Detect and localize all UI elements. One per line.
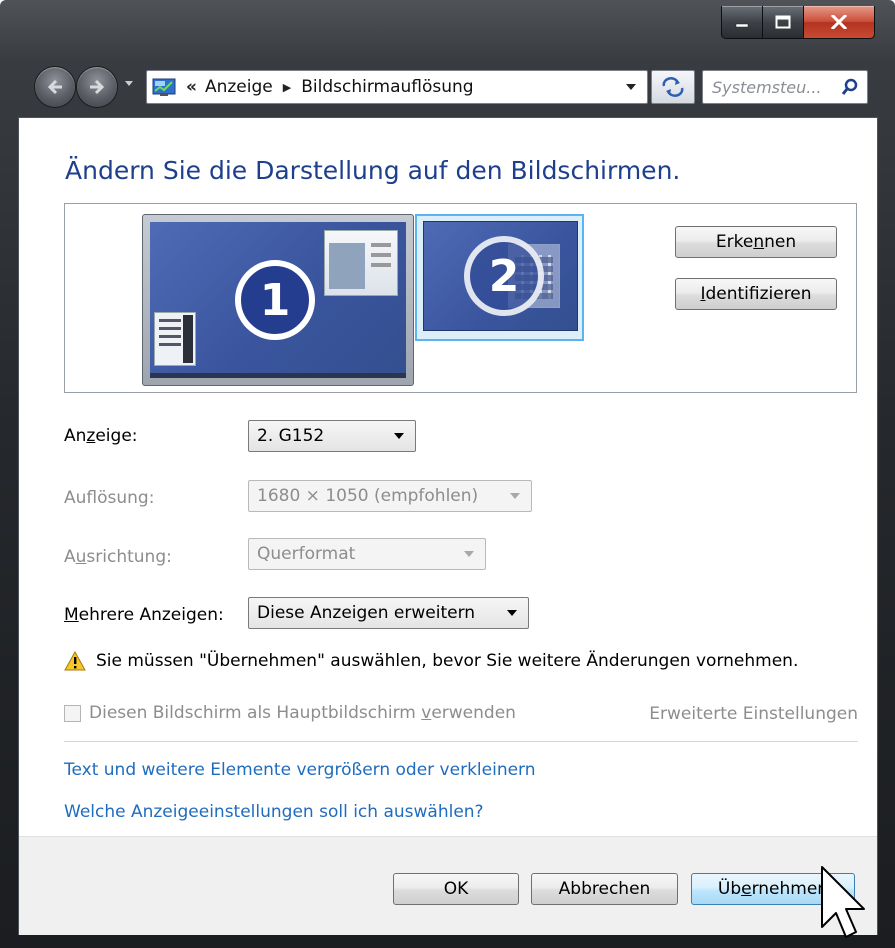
mouse-cursor-icon	[821, 866, 865, 938]
resolution-select-value: 1680 × 1050 (empfohlen)	[257, 486, 479, 506]
apply-label-mnemonic: e	[741, 879, 752, 899]
resize-text-link[interactable]: Text und weitere Elemente vergrößern ode…	[64, 760, 536, 780]
primary-checkbox-label-mnemonic: v	[421, 703, 432, 723]
minimize-icon	[735, 23, 749, 28]
monitor-preview-area[interactable]: 1 2 Erke n nen Identifizieren	[64, 203, 857, 393]
chevron-down-icon	[394, 433, 404, 439]
address-overflow[interactable]: «	[186, 77, 197, 97]
breadcrumb-bildschirmaufloesung[interactable]: Bildschirmauflösung	[301, 77, 473, 97]
orientation-label: Ausrichtung:	[64, 547, 172, 567]
taskbar-thumbnail	[150, 373, 406, 378]
identify-button[interactable]: Identifizieren	[675, 278, 837, 310]
control-panel-icon	[152, 78, 176, 96]
display-label-pre: An	[64, 426, 87, 446]
display-select-value: 2. G152	[257, 426, 325, 446]
refresh-icon	[662, 77, 684, 97]
primary-display-checkbox-label: Diesen Bildschirm als Hauptbildschirm ve…	[89, 703, 516, 723]
primary-display-checkbox-row[interactable]: Diesen Bildschirm als Hauptbildschirm ve…	[64, 703, 516, 723]
window-thumbnail	[324, 230, 398, 296]
warning-message: Sie müssen "Übernehmen" auswählen, bevor…	[64, 651, 798, 671]
detect-label-mnemonic: n	[753, 232, 765, 252]
primary-checkbox-label-post: erwenden	[431, 703, 516, 723]
apply-label-pre: Üb	[717, 879, 742, 899]
recent-pages-dropdown[interactable]	[124, 80, 134, 88]
chevron-down-icon	[464, 551, 474, 557]
display-settings-help-link[interactable]: Welche Anzeigeeinstellungen soll ich aus…	[64, 802, 484, 822]
apply-label-post: rnehmen	[751, 879, 829, 899]
arrow-right-icon	[90, 79, 105, 95]
minimize-button[interactable]	[721, 6, 763, 39]
orientation-label-post: srichtung:	[86, 547, 172, 567]
display-label-mnemonic: z	[86, 426, 96, 446]
arrow-left-icon	[47, 79, 62, 95]
warning-icon	[64, 651, 86, 671]
content-pane: Ändern Sie die Darstellung auf den Bilds…	[18, 117, 878, 935]
dialog-footer: OK Abbrechen Üb e rnehmen	[19, 836, 877, 935]
multiple-displays-select[interactable]: Diese Anzeigen erweitern	[248, 597, 529, 629]
forward-button[interactable]	[76, 66, 118, 108]
page-heading: Ändern Sie die Darstellung auf den Bilds…	[65, 156, 681, 185]
identify-label-post: dentifizieren	[705, 284, 812, 304]
monitor-2-screen: 2	[423, 221, 578, 331]
cancel-label: Abbrechen	[558, 879, 651, 899]
multiple-displays-select-value: Diese Anzeigen erweitern	[257, 603, 476, 623]
monitor-2-number: 2	[464, 236, 544, 316]
window-thumbnail	[154, 312, 196, 366]
resolution-label-post: ösung:	[97, 488, 155, 508]
display-label-post: eige:	[95, 426, 138, 446]
monitor-1-number: 1	[235, 260, 315, 340]
orientation-label-pre: A	[64, 547, 76, 567]
back-button[interactable]	[34, 66, 76, 108]
search-box[interactable]: Systemsteu...	[702, 70, 868, 104]
chevron-down-icon	[510, 493, 520, 499]
multiple-displays-label: Mehrere Anzeigen:	[64, 605, 224, 625]
resolution-label: Auflösung:	[64, 488, 154, 508]
primary-display-checkbox[interactable]	[64, 704, 81, 722]
orientation-select-value: Querformat	[257, 544, 356, 564]
display-label: Anzeige:	[64, 426, 138, 446]
monitor-2-selected[interactable]: 2	[415, 214, 584, 341]
close-icon	[831, 15, 847, 29]
caption-buttons	[721, 6, 875, 40]
resolution-select[interactable]: 1680 × 1050 (empfohlen)	[248, 480, 532, 512]
detect-button[interactable]: Erke n nen	[675, 226, 837, 258]
warning-text: Sie müssen "Übernehmen" auswählen, bevor…	[96, 651, 799, 671]
orientation-select[interactable]: Querformat	[248, 538, 486, 570]
refresh-button[interactable]	[651, 70, 695, 104]
maximize-button[interactable]	[763, 6, 804, 39]
multiple-label-post: ehrere Anzeigen:	[78, 605, 224, 625]
divider	[64, 741, 858, 742]
orientation-label-mnemonic: u	[75, 547, 87, 567]
primary-checkbox-label-pre: Diesen Bildschirm als Hauptbildschirm	[89, 703, 422, 723]
breadcrumb-anzeige[interactable]: Anzeige	[205, 77, 273, 97]
search-icon[interactable]	[841, 78, 859, 96]
chevron-down-icon	[507, 610, 517, 616]
monitor-1[interactable]: 1	[142, 214, 414, 386]
ok-label: OK	[443, 879, 469, 899]
display-select[interactable]: 2. G152	[248, 420, 416, 452]
maximize-icon	[775, 15, 791, 29]
breadcrumb-chevron-icon[interactable]: ▶	[283, 81, 291, 94]
resolution-label-pre: Auf	[64, 488, 98, 508]
advanced-settings-link[interactable]: Erweiterte Einstellungen	[649, 704, 858, 724]
address-dropdown-icon[interactable]	[625, 83, 637, 91]
detect-label-post: nen	[764, 232, 797, 252]
monitor-1-screen: 1	[150, 222, 406, 373]
address-bar[interactable]: « Anzeige ▶ Bildschirmauflösung	[146, 70, 648, 104]
cancel-button[interactable]: Abbrechen	[531, 873, 678, 905]
detect-label-pre: Erke	[715, 232, 754, 252]
close-button[interactable]	[804, 6, 875, 39]
ok-button[interactable]: OK	[393, 873, 519, 905]
search-input[interactable]: Systemsteu...	[712, 78, 841, 97]
multiple-label-mnemonic: M	[64, 605, 79, 625]
